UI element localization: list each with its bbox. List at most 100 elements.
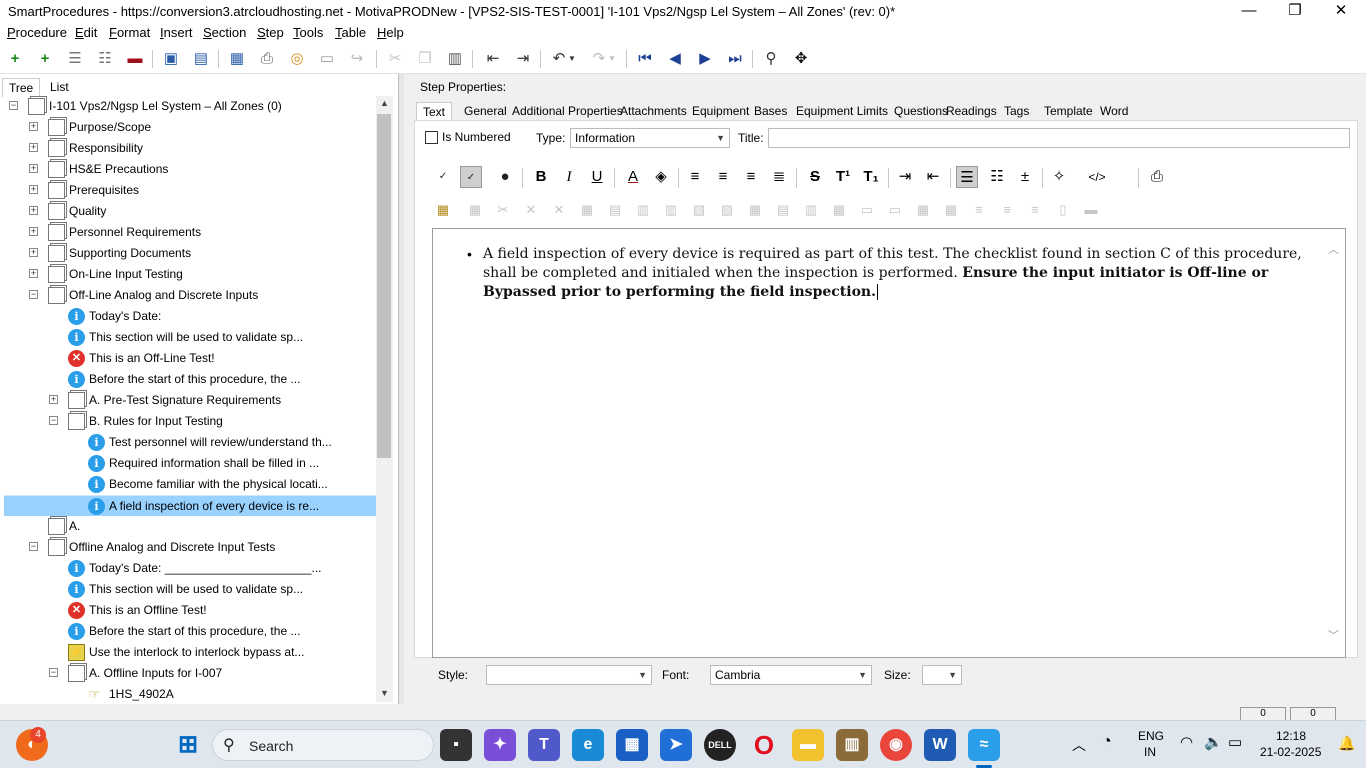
type-select[interactable]: Information ▼ (570, 128, 730, 148)
menu-format[interactable]: Format (104, 25, 155, 40)
tree-node[interactable]: i This section will be used to validate s… (4, 579, 376, 600)
next-icon[interactable]: ▶ (694, 48, 716, 70)
tab-attachments[interactable]: Attachments (614, 102, 693, 120)
arrow-app-icon[interactable]: ➤ (660, 729, 692, 761)
size-select[interactable]: ▼ (922, 665, 962, 685)
terminal-icon[interactable]: ▪ (440, 729, 472, 761)
editor-scroll-up-icon[interactable]: ︿ (1328, 241, 1339, 257)
tree-node[interactable]: + Prerequisites (4, 180, 376, 201)
font-color-icon[interactable]: A (622, 166, 644, 188)
expand-icon[interactable]: + (29, 164, 38, 173)
is-numbered-checkbox[interactable] (425, 131, 438, 144)
collapse-icon[interactable]: − (29, 542, 38, 551)
tab-additional-properties[interactable]: Additional Properties (506, 102, 629, 120)
tree-node[interactable]: + Supporting Documents (4, 243, 376, 264)
expand-icon[interactable]: + (29, 122, 38, 131)
collapse-icon[interactable]: − (29, 290, 38, 299)
tree-node[interactable]: + Personnel Requirements (4, 222, 376, 243)
print-preview-icon[interactable]: ⎙ (1146, 166, 1168, 188)
clock-time[interactable]: 12:18 (1276, 729, 1306, 743)
step-text-editor[interactable]: • A field inspection of every device is … (432, 228, 1346, 658)
tab-word[interactable]: Word (1094, 102, 1134, 120)
decrease-indent-icon[interactable]: ⇤ (922, 166, 944, 188)
tab-equipment-limits[interactable]: Equipment Limits (790, 102, 894, 120)
tree-node[interactable]: i A field inspection of every device is r… (4, 495, 376, 516)
superscript-icon[interactable]: T¹ (832, 166, 854, 188)
expand-icon[interactable]: + (29, 185, 38, 194)
volume-icon[interactable]: 🔈 (1204, 733, 1223, 751)
tree-node[interactable]: + Purpose/Scope (4, 117, 376, 138)
style-select[interactable]: ▼ (486, 665, 652, 685)
tree-node[interactable]: + Quality (4, 201, 376, 222)
export-icon[interactable]: ▦ (226, 48, 248, 70)
collapse-icon[interactable]: − (9, 101, 18, 110)
font-select[interactable]: Cambria ▼ (710, 665, 872, 685)
justify-icon[interactable]: ≣ (768, 166, 790, 188)
copilot-icon[interactable]: ✦ (484, 729, 516, 761)
tree-node[interactable]: A. (4, 516, 376, 537)
list-edit-icon[interactable]: ☷ (94, 48, 116, 70)
move-icon[interactable]: ✥ (790, 48, 812, 70)
tree-node[interactable]: i Today's Date: ______________________... (4, 558, 376, 579)
tab-equipment[interactable]: Equipment (686, 102, 755, 120)
clock-date[interactable]: 21-02-2025 (1260, 745, 1321, 759)
first-icon[interactable]: ⏮ (634, 48, 656, 70)
previous-icon[interactable]: ◀ (664, 48, 686, 70)
sync-icon[interactable]: ◎ (286, 48, 308, 70)
word-icon[interactable]: W (924, 729, 956, 761)
menu-step[interactable]: Step (252, 25, 289, 40)
tree-node[interactable]: + HS&E Precautions (4, 159, 376, 180)
undo-dropdown-icon[interactable]: ▼ (566, 48, 578, 70)
tree-node[interactable]: i Before the start of this procedure, the… (4, 621, 376, 642)
insert-table-icon[interactable]: ▦ (434, 201, 452, 219)
subscript-icon[interactable]: T₁ (860, 166, 882, 188)
tab-tree[interactable]: Tree (2, 78, 41, 97)
tree-node[interactable]: − B. Rules for Input Testing (4, 411, 376, 432)
insert-line-icon[interactable]: ± (1014, 166, 1036, 188)
add-icon[interactable]: + (4, 48, 26, 70)
print-icon[interactable]: ⎙ (256, 48, 278, 70)
tab-list[interactable]: List (44, 78, 75, 96)
underline-icon[interactable]: U (586, 166, 608, 188)
menu-edit[interactable]: Edit (70, 25, 102, 40)
strikethrough-icon[interactable]: S (804, 166, 826, 188)
last-icon[interactable]: ⏭ (724, 48, 746, 70)
tree-node[interactable]: − I-101 Vps2/Ngsp Lel System – All Zones … (4, 96, 376, 117)
tree-node[interactable]: − Offline Analog and Discrete Input Tests (4, 537, 376, 558)
language-region[interactable]: IN (1144, 745, 1156, 759)
menu-insert[interactable]: Insert (155, 25, 198, 40)
battery-icon[interactable]: ▭ (1228, 733, 1242, 751)
menu-help[interactable]: Help (372, 25, 409, 40)
dell-icon[interactable]: DELL (704, 729, 736, 761)
menu-table[interactable]: Table (330, 25, 371, 40)
windows-start-icon[interactable]: ⊞ (172, 729, 204, 761)
expand-icon[interactable]: + (29, 143, 38, 152)
tree-node[interactable]: i This section will be used to validate s… (4, 327, 376, 348)
tab-text[interactable]: Text (416, 102, 453, 120)
indent-icon[interactable]: ⇥ (512, 48, 534, 70)
expand-icon[interactable]: + (49, 395, 58, 404)
outdent-icon[interactable]: ⇤ (482, 48, 504, 70)
menu-tools[interactable]: Tools (288, 25, 328, 40)
paste-icon[interactable]: ▥ (444, 48, 466, 70)
tab-template[interactable]: Template (1038, 102, 1099, 120)
find-icon[interactable]: ⚲ (760, 48, 782, 70)
symbol-icon[interactable]: ● (494, 166, 516, 188)
title-input[interactable] (768, 128, 1350, 148)
tree-node[interactable]: + Responsibility (4, 138, 376, 159)
tree-node[interactable]: i Test personnel will review/understand t… (4, 432, 376, 453)
tree-node[interactable]: − A. Offline Inputs for I-007 (4, 663, 376, 684)
list-icon[interactable]: ☰ (64, 48, 86, 70)
editor-scroll-down-icon[interactable]: ﹀ (1328, 627, 1339, 643)
tree-node[interactable]: i Before the start of this procedure, the… (4, 369, 376, 390)
expand-icon[interactable]: + (29, 248, 38, 257)
maximize-button[interactable]: ❐ (1272, 0, 1318, 24)
tab-tags[interactable]: Tags (998, 102, 1035, 120)
archive-icon[interactable]: ▥ (836, 729, 868, 761)
chevron-up-icon[interactable]: ︿ (1072, 735, 1086, 755)
remove-icon[interactable]: ▬ (124, 48, 146, 70)
expand-icon[interactable]: + (29, 227, 38, 236)
close-button[interactable]: ✕ (1318, 0, 1364, 24)
expand-icon[interactable]: + (29, 206, 38, 215)
tree-node[interactable]: ✕ This is an Off-Line Test! (4, 348, 376, 369)
